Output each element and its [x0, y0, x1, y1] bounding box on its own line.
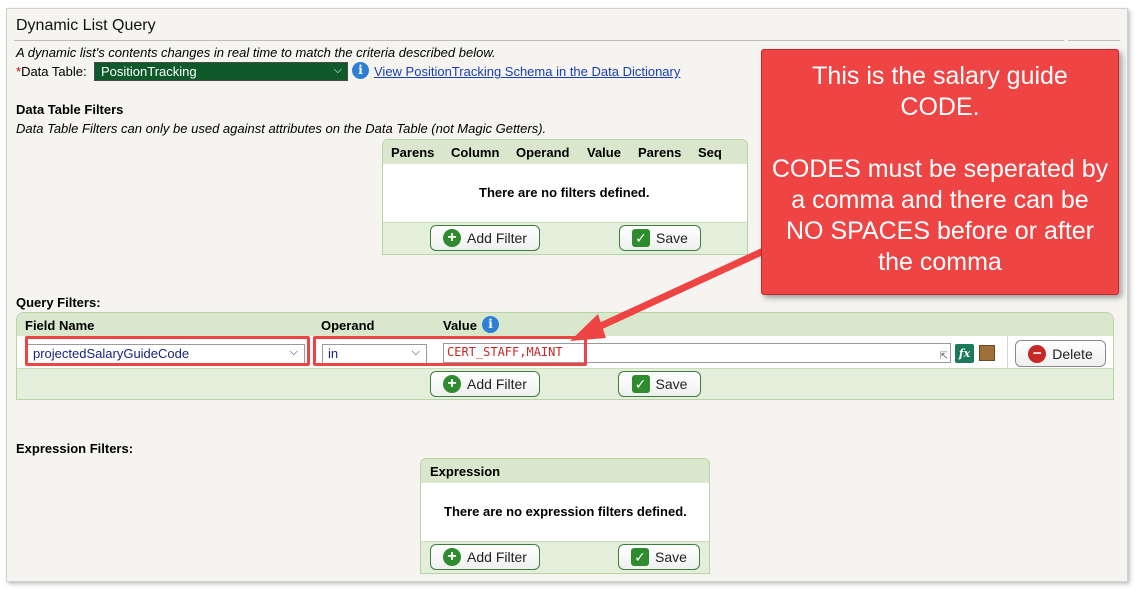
callout-line-2: CODES must be seperated by a comma and t…: [771, 155, 1109, 276]
annotation-callout: This is the salary guide CODE. CODES mus…: [761, 49, 1119, 295]
callout-line-1: This is the salary guide CODE.: [812, 62, 1068, 121]
